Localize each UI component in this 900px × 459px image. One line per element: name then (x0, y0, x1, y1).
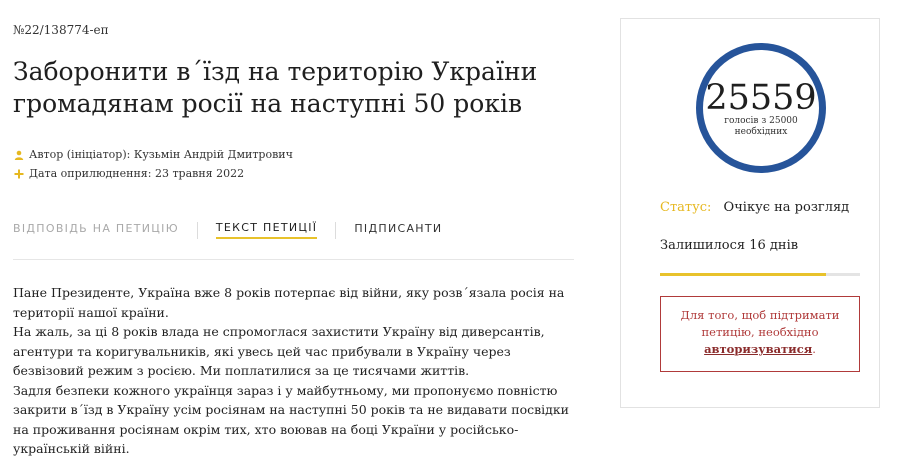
petition-paragraph: Задля безпеки кожного українця зараз і у… (13, 382, 569, 457)
vote-caption: голосів з 25000 необхідних (724, 116, 798, 137)
status-label: Статус: (660, 200, 712, 215)
date-line: Дата оприлюднення: 23 травня 2022 (13, 167, 244, 180)
vote-counter: 25559 голосів з 25000 необхідних (696, 43, 826, 173)
tab-divider (335, 221, 337, 239)
status-value: Очікує на розгляд (723, 200, 850, 215)
tab-answer[interactable]: Відповідь на петицію (13, 222, 179, 238)
tab-petition-text[interactable]: Текст петиції (215, 221, 318, 239)
login-link[interactable]: авторизуватися (704, 342, 812, 356)
petition-text: Пане Президенте, Україна вже 8 років пот… (13, 283, 578, 459)
petition-number: №22/138774-еп (13, 23, 109, 37)
petition-tabs: Відповідь на петицію Текст петиції Підпи… (13, 221, 442, 239)
days-remaining: Залишилося 16 днів (660, 238, 799, 253)
person-icon (13, 150, 25, 160)
tab-divider (196, 221, 198, 239)
auth-notice: Для того, щоб підтримати петицію, необхі… (660, 296, 860, 372)
petition-paragraph: На жаль, за ці 8 років влада не спромогл… (13, 324, 545, 378)
author-text: Автор (ініціатор): Кузьмін Андрій Дмитро… (29, 148, 293, 161)
signature-card: 25559 голосів з 25000 необхідних Статус:… (620, 18, 880, 408)
status-line: Статус: Очікує на розгляд (660, 200, 849, 215)
notice-end: . (812, 342, 816, 356)
page-title: Заборонити в´їзд на територію України гр… (13, 57, 538, 118)
tab-signers[interactable]: Підписанти (354, 222, 442, 238)
date-text: Дата оприлюднення: 23 травня 2022 (29, 167, 245, 180)
content-divider (13, 259, 574, 260)
author-line: Автор (ініціатор): Кузьмін Андрій Дмитро… (13, 148, 293, 161)
plus-icon (13, 169, 25, 179)
petition-paragraph: Пане Президенте, Україна вже 8 років пот… (13, 285, 565, 320)
progress-bar (660, 273, 860, 276)
vote-count: 25559 (705, 78, 817, 118)
progress-fill (660, 273, 826, 276)
notice-text: Для того, щоб підтримати петицію, необхі… (680, 308, 840, 339)
